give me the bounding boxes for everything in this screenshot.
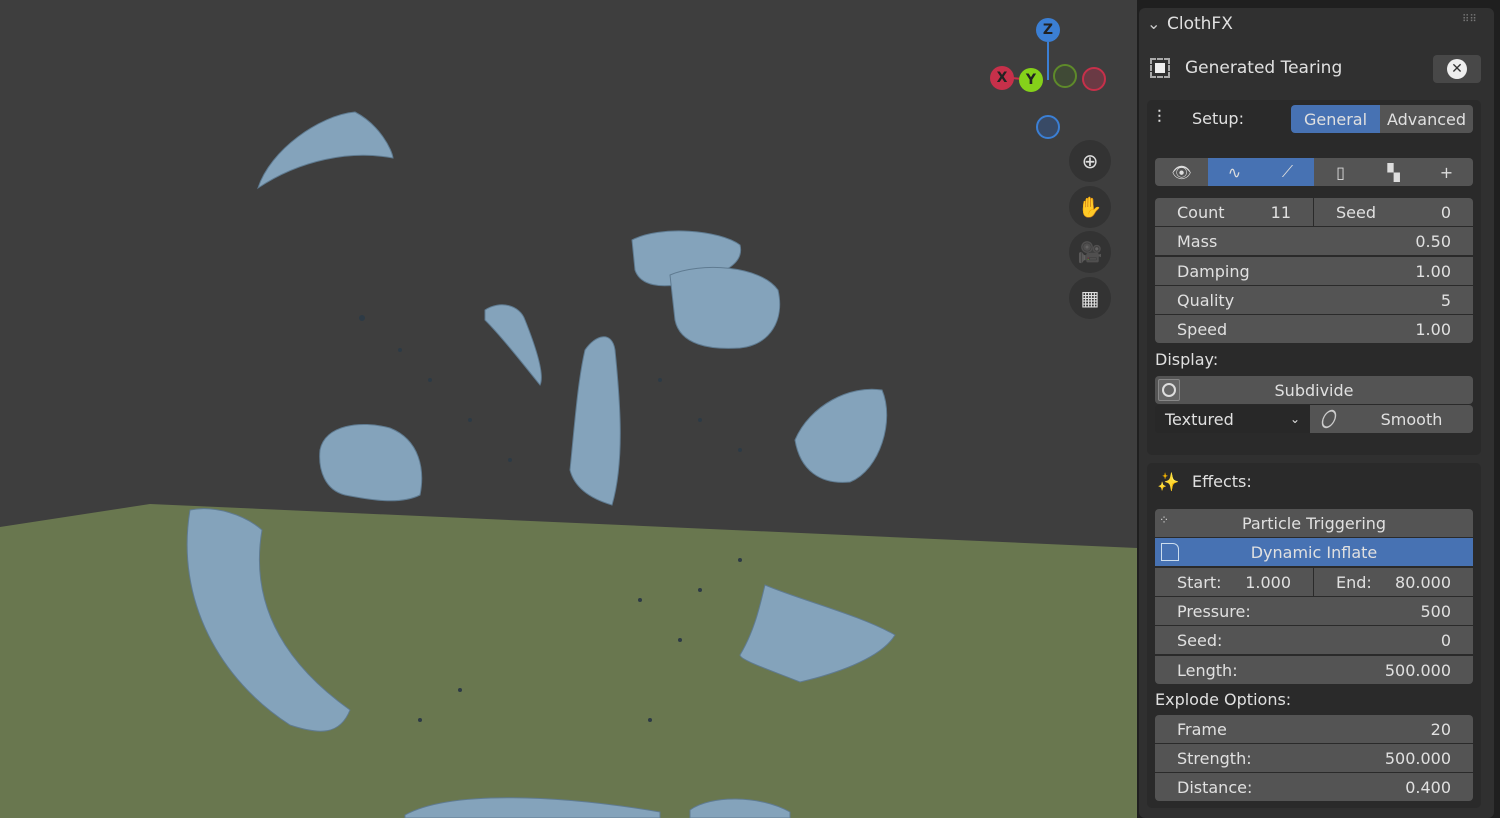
- particles-icon: ⁘: [1159, 513, 1170, 527]
- gizmo-neg-y[interactable]: [1053, 64, 1077, 88]
- damping-field[interactable]: Damping 1.00: [1155, 257, 1473, 285]
- hand-pan-icon[interactable]: ✋: [1069, 186, 1111, 228]
- gizmo-z-axis[interactable]: Z: [1036, 18, 1060, 42]
- remove-modifier-button[interactable]: ✕: [1433, 55, 1481, 83]
- pressure-field[interactable]: Pressure: 500: [1155, 597, 1473, 625]
- properties-panel: ⌄ ClothFX ⠿⠿ Generated Tearing ✕ ⫶ Setup…: [1137, 0, 1500, 818]
- gizmo-y-axis[interactable]: Y: [1019, 68, 1043, 92]
- field-value: 1.00: [1415, 319, 1451, 339]
- panel-title[interactable]: ClothFX: [1167, 14, 1233, 34]
- strength-field[interactable]: Strength: 500.000: [1155, 744, 1473, 772]
- field-label: Strength:: [1177, 748, 1252, 768]
- mass-field[interactable]: Mass 0.50: [1155, 227, 1473, 255]
- explode-options-label: Explode Options:: [1155, 690, 1292, 709]
- start-field[interactable]: Start: 1.000: [1155, 568, 1313, 596]
- subdivide-label: Subdivide: [1274, 380, 1354, 400]
- end-label: End:: [1336, 572, 1372, 592]
- display-label: Display:: [1155, 350, 1219, 369]
- distance-field[interactable]: Distance: 0.400: [1155, 773, 1473, 801]
- field-value: 0: [1440, 630, 1451, 650]
- particle-triggering-button[interactable]: Particle Triggering: [1155, 509, 1473, 537]
- tab-general-label: General: [1303, 109, 1368, 129]
- field-value: 5: [1440, 290, 1451, 310]
- curve-icon[interactable]: ⟋: [1261, 158, 1314, 186]
- seed-field[interactable]: Seed 0: [1314, 198, 1473, 226]
- eye-icon[interactable]: 👁: [1155, 158, 1208, 186]
- field-value: 0.400: [1405, 777, 1451, 797]
- particle-triggering-label: Particle Triggering: [1241, 513, 1387, 533]
- count-field[interactable]: Count 11: [1155, 198, 1313, 226]
- length-field[interactable]: Length: 500.000: [1155, 656, 1473, 684]
- field-label: Speed: [1177, 319, 1228, 339]
- modifier-name: Generated Tearing: [1185, 58, 1343, 78]
- quality-field[interactable]: Quality 5: [1155, 286, 1473, 314]
- field-value: 20: [1430, 719, 1451, 739]
- dynamic-inflate-button[interactable]: Dynamic Inflate: [1155, 538, 1473, 566]
- sliders-icon: ⫶: [1157, 107, 1162, 128]
- speed-field[interactable]: Speed 1.00: [1155, 315, 1473, 343]
- wave-icon[interactable]: ∿: [1208, 158, 1261, 186]
- count-value: 11: [1270, 202, 1291, 222]
- camera-icon[interactable]: 🎥: [1069, 231, 1111, 273]
- shape-icon[interactable]: ▚: [1367, 158, 1420, 186]
- field-value: 500: [1420, 601, 1451, 621]
- 3d-viewport[interactable]: Z X Y ⊕ ✋ 🎥 ▦: [0, 0, 1137, 818]
- gizmo-neg-x[interactable]: [1082, 67, 1106, 91]
- gizmo-x-axis[interactable]: X: [990, 66, 1014, 90]
- plus-icon[interactable]: +: [1420, 158, 1473, 186]
- start-value: 1.000: [1245, 572, 1291, 592]
- tab-advanced[interactable]: Advanced: [1380, 105, 1473, 133]
- frame-field[interactable]: Frame 20: [1155, 715, 1473, 743]
- inflate-icon: [1161, 543, 1179, 561]
- circle-icon: [1158, 379, 1180, 401]
- end-field[interactable]: End: 80.000: [1314, 568, 1473, 596]
- frame-icon[interactable]: ▯: [1314, 158, 1367, 186]
- gizmo-x-label: X: [996, 70, 1008, 86]
- field-label: Pressure:: [1177, 601, 1251, 621]
- drag-handle-icon[interactable]: ⠿⠿: [1462, 14, 1477, 25]
- field-label: Frame: [1177, 719, 1227, 739]
- field-label: Damping: [1177, 261, 1250, 281]
- subdivide-toggle[interactable]: Subdivide: [1155, 376, 1473, 404]
- magic-wand-icon: ✨: [1157, 472, 1180, 493]
- field-label: Length:: [1177, 660, 1238, 680]
- collapse-chevron-icon[interactable]: ⌄: [1147, 14, 1160, 33]
- field-label: Seed:: [1177, 630, 1223, 650]
- seed-value: 0: [1440, 202, 1451, 222]
- grid-ortho-icon[interactable]: ▦: [1069, 277, 1111, 319]
- gizmo-lines: [1011, 42, 1049, 81]
- field-value: 500.000: [1384, 660, 1451, 680]
- effects-label: Effects:: [1192, 472, 1252, 491]
- smooth-label: Smooth: [1380, 409, 1443, 429]
- zoom-in-icon[interactable]: ⊕: [1069, 140, 1111, 182]
- field-value: 1.00: [1415, 261, 1451, 281]
- gizmo-z-label: Z: [1042, 22, 1054, 38]
- tab-advanced-label: Advanced: [1386, 109, 1467, 129]
- field-label: Quality: [1177, 290, 1235, 310]
- effect-seed-field[interactable]: Seed: 0: [1155, 626, 1473, 654]
- field-label: Mass: [1177, 231, 1218, 251]
- tab-general[interactable]: General: [1291, 105, 1380, 133]
- shading-select[interactable]: Textured ⌄: [1155, 405, 1310, 433]
- field-value: 0.50: [1415, 231, 1451, 251]
- count-label: Count: [1177, 202, 1225, 222]
- gizmo-y-label: Y: [1025, 72, 1037, 88]
- field-label: Distance:: [1177, 777, 1253, 797]
- seed-label: Seed: [1336, 202, 1376, 222]
- chevron-down-icon: ⌄: [1289, 412, 1300, 426]
- modifier-icon: [1150, 58, 1170, 78]
- field-value: 500.000: [1384, 748, 1451, 768]
- start-label: Start:: [1177, 572, 1222, 592]
- end-value: 80.000: [1395, 572, 1451, 592]
- close-icon: ✕: [1447, 59, 1467, 79]
- dynamic-inflate-label: Dynamic Inflate: [1250, 542, 1378, 562]
- gizmo-neg-z[interactable]: [1036, 115, 1060, 139]
- setup-label: Setup:: [1192, 109, 1244, 128]
- shading-select-value: Textured: [1165, 409, 1234, 429]
